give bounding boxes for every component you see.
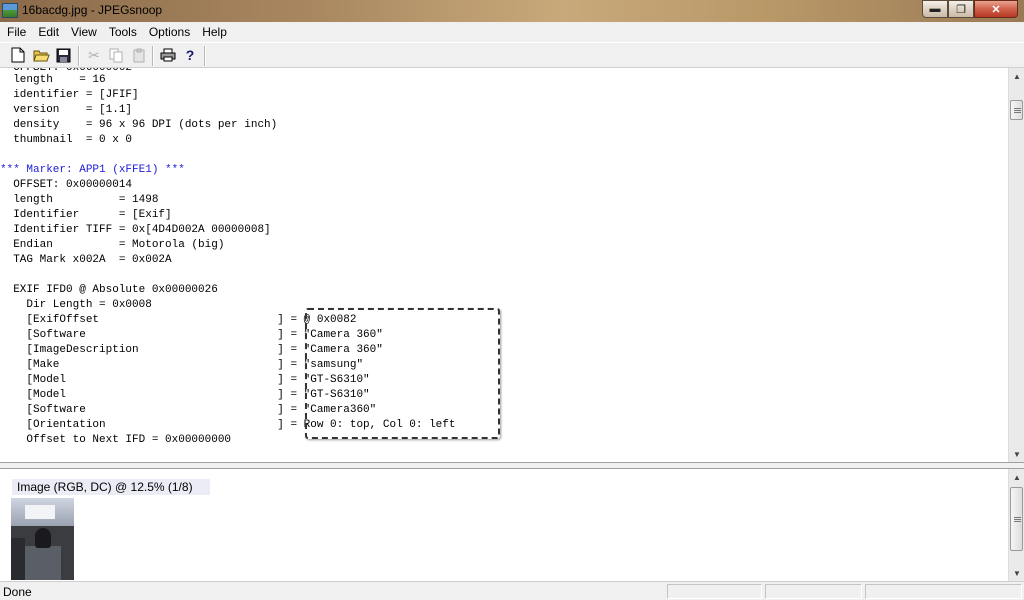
minimize-button[interactable]: ▬ [922, 0, 948, 18]
close-button[interactable]: ✕ [974, 0, 1018, 18]
close-icon: ✕ [991, 3, 1001, 16]
scroll-thumb[interactable] [1010, 487, 1023, 551]
minimize-icon: ▬ [929, 3, 941, 15]
menu-file[interactable]: File [0, 22, 32, 42]
scroll-down-icon[interactable]: ▼ [1009, 565, 1024, 581]
toolbar: ✂ ? [0, 42, 1024, 68]
log-line: Endian = Motorola (big) [0, 239, 225, 251]
image-thumbnail [11, 498, 74, 580]
paste-icon[interactable] [130, 46, 148, 64]
log-line: length = 16 [0, 74, 106, 86]
toolbar-separator [152, 46, 154, 66]
log-line: TAG Mark x002A = 0x002A [0, 254, 172, 266]
open-folder-icon[interactable] [32, 46, 50, 64]
help-icon[interactable]: ? [181, 46, 199, 64]
scroll-thumb[interactable] [1010, 100, 1023, 120]
status-panel [667, 584, 762, 599]
log-line: version = [1.1] [0, 104, 133, 116]
menu-options[interactable]: Options [143, 22, 196, 42]
image-vertical-scrollbar[interactable]: ▲ ▼ [1008, 469, 1024, 581]
maximize-button[interactable]: ❐ [948, 0, 974, 18]
pane-splitter[interactable] [0, 462, 1024, 469]
copy-icon[interactable] [107, 46, 125, 64]
log-line: thumbnail = 0 x 0 [0, 134, 133, 146]
log-line: OFFSET: 0x00000014 [0, 179, 133, 191]
status-bar: Done [0, 581, 1024, 600]
log-text-area[interactable]: OFFSET: 0x00000002 length = 16 identifie… [0, 68, 1008, 462]
menu-help[interactable]: Help [196, 22, 233, 42]
toolbar-separator [204, 46, 206, 66]
log-line: density = 96 x 96 DPI (dots per inch) [0, 119, 278, 131]
new-file-icon[interactable] [9, 46, 27, 64]
status-panel [765, 584, 862, 599]
window-controls: ▬ ❐ ✕ [922, 0, 1018, 18]
log-vertical-scrollbar[interactable]: ▲ ▼ [1008, 68, 1024, 462]
status-text: Done [3, 585, 32, 599]
scroll-up-icon[interactable]: ▲ [1009, 469, 1024, 485]
menu-bar: File Edit View Tools Options Help [0, 22, 1024, 42]
cut-icon[interactable]: ✂ [85, 46, 103, 64]
save-icon[interactable] [54, 46, 72, 64]
image-info-label: Image (RGB, DC) @ 12.5% (1/8) [12, 479, 210, 495]
log-line: Offset to Next IFD = 0x00000000 [0, 434, 232, 446]
highlight-box [305, 308, 500, 439]
log-line: identifier = [JFIF] [0, 89, 139, 101]
menu-tools[interactable]: Tools [103, 22, 143, 42]
image-preview-pane[interactable]: Image (RGB, DC) @ 12.5% (1/8) [0, 469, 1008, 581]
scroll-up-icon[interactable]: ▲ [1009, 68, 1024, 84]
log-line: length = 1498 [0, 194, 159, 206]
log-marker-line: *** Marker: APP1 (xFFE1) *** [0, 164, 185, 176]
log-line: Identifier = [Exif] [0, 209, 172, 221]
print-icon[interactable] [159, 46, 177, 64]
restore-icon: ❐ [956, 3, 966, 16]
log-line: Identifier TIFF = 0x[4D4D002A 00000008] [0, 224, 271, 236]
scroll-down-icon[interactable]: ▼ [1009, 446, 1024, 462]
title-bar[interactable]: 16bacdg.jpg - JPEGsnoop ▬ ❐ ✕ [0, 0, 1024, 22]
status-panel [865, 584, 1022, 599]
log-line: [ExifOffset ] = @ 0x0082 [0, 314, 357, 326]
window-title: 16bacdg.jpg - JPEGsnoop [22, 3, 163, 17]
app-icon[interactable] [2, 3, 18, 18]
menu-view[interactable]: View [65, 22, 103, 42]
menu-edit[interactable]: Edit [32, 22, 65, 42]
log-line: EXIF IFD0 @ Absolute 0x00000026 [0, 284, 218, 296]
toolbar-separator [78, 46, 80, 66]
log-line: Dir Length = 0x0008 [0, 299, 152, 311]
